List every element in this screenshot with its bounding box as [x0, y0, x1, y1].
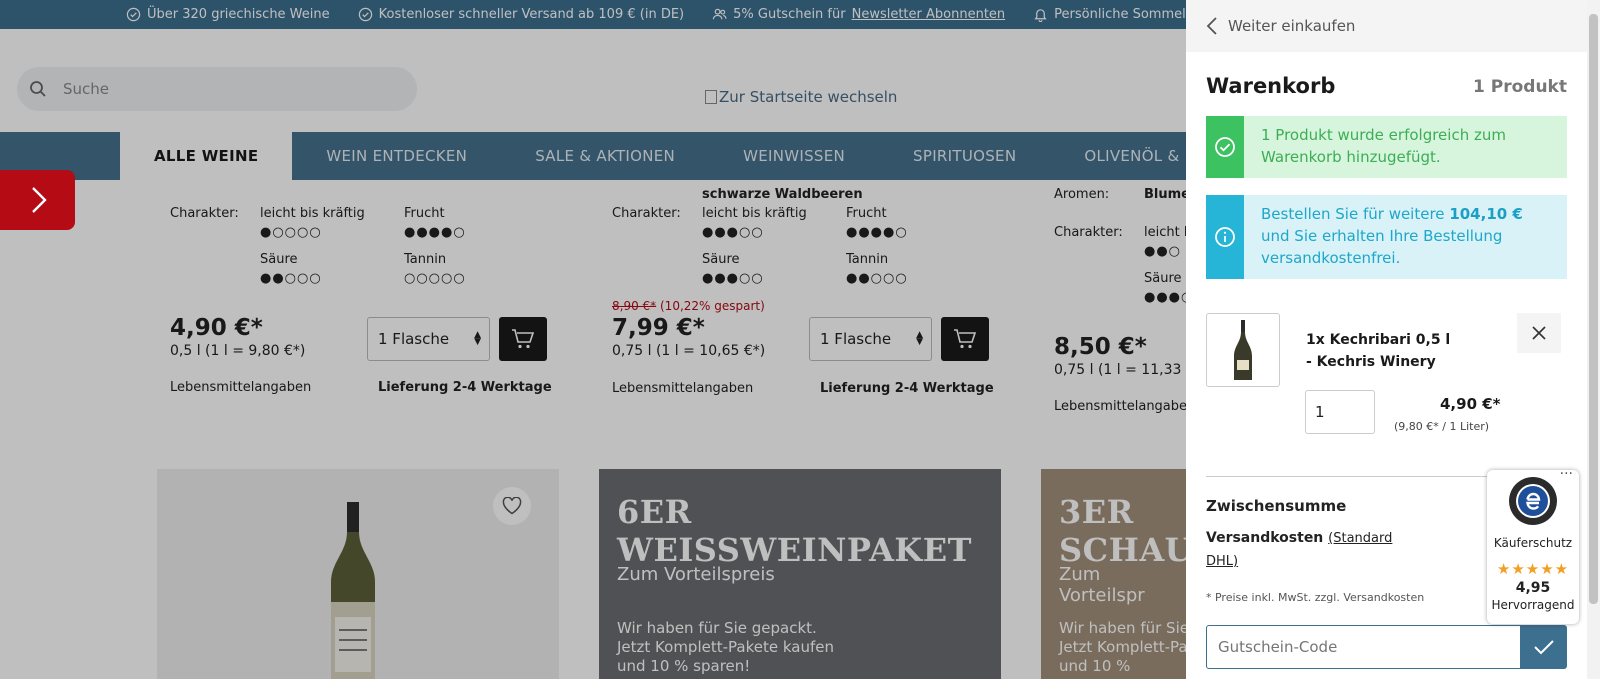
apply-voucher-button[interactable] — [1521, 625, 1567, 669]
slider-next-button[interactable] — [0, 170, 75, 230]
shipping-label: Versandkosten (Standard DHL) — [1206, 530, 1393, 569]
cart-item-count: 1 Produkt — [1473, 77, 1567, 97]
quantity-input[interactable] — [1305, 390, 1375, 434]
rating-stars: ★★★★★ — [1496, 560, 1570, 578]
check-icon — [1534, 640, 1554, 655]
free-shipping-alert: Bestellen Sie für weitere 104,10 € und S… — [1206, 195, 1567, 279]
voucher-code-input[interactable] — [1206, 625, 1521, 669]
rating-label: Hervorragend — [1491, 598, 1575, 612]
info-circle-icon — [1215, 227, 1235, 247]
line-item-image[interactable] — [1206, 313, 1280, 387]
chevron-right-icon — [31, 187, 47, 213]
cart-scrollbar[interactable] — [1587, 0, 1600, 679]
close-icon — [1532, 326, 1546, 340]
subtotal-label: Zwischensumme — [1206, 497, 1347, 515]
rating-score: 4,95 — [1515, 580, 1551, 596]
wine-bottle-image — [1234, 320, 1252, 380]
continue-shopping-button[interactable]: Weiter einkaufen — [1186, 0, 1587, 52]
line-item-name[interactable]: 1x Kechribari 0,5 l - Kechris Winery — [1306, 329, 1456, 373]
chevron-left-icon — [1206, 17, 1217, 35]
scrollbar-thumb[interactable] — [1589, 14, 1598, 604]
line-item-price: 4,90 €* — [1440, 395, 1501, 413]
tax-note: * Preise inkl. MwSt. zzgl. Versandkosten — [1206, 591, 1425, 604]
cart-title: Warenkorb — [1206, 74, 1336, 98]
check-circle-icon — [1215, 137, 1235, 157]
more-icon[interactable]: ··· — [1560, 466, 1573, 482]
success-alert: 1 Produkt wurde erfolgreich zum Warenkor… — [1206, 116, 1567, 178]
trusted-shops-seal-icon — [1509, 477, 1557, 525]
remove-item-button[interactable] — [1517, 313, 1561, 353]
trusted-shops-badge[interactable]: ··· Käuferschutz ★★★★★ 4,95 Hervorragend — [1487, 466, 1579, 624]
line-item-reference-price: (9,80 €* / 1 Liter) — [1394, 420, 1490, 433]
remaining-amount: 104,10 € — [1449, 205, 1523, 223]
